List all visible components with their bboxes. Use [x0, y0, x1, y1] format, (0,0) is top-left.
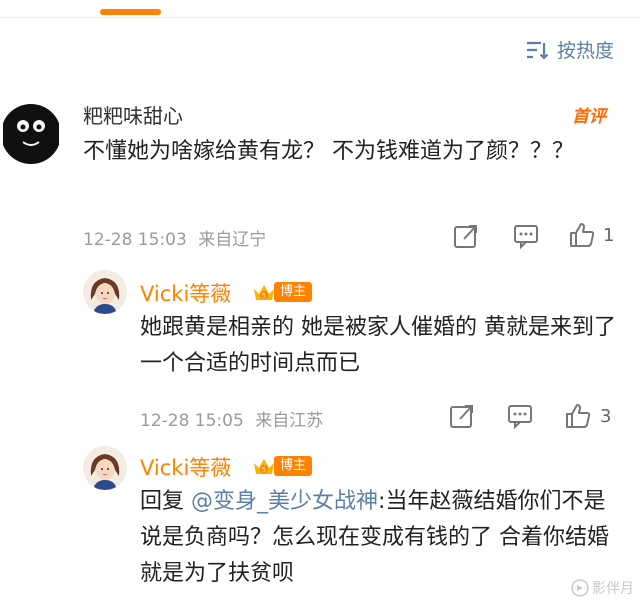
- top-divider: [0, 17, 640, 18]
- mention-link[interactable]: @变身_美少女战神: [191, 489, 378, 514]
- like-icon[interactable]: [568, 221, 596, 249]
- username[interactable]: 粑粑味甜心: [83, 100, 183, 129]
- svg-text:5: 5: [262, 292, 266, 300]
- comment-icon[interactable]: [512, 222, 540, 250]
- crown-icon: 5: [254, 459, 274, 474]
- comment-icon[interactable]: [506, 402, 534, 430]
- crown-icon: 5: [254, 285, 274, 300]
- watermark-logo-icon: [571, 579, 589, 597]
- username[interactable]: Vicki等薇: [140, 278, 231, 308]
- comment-text: 回复 @变身_美少女战神:当年赵薇结婚你们不是说是负商吗？怎么现在变成有钱的了 …: [140, 484, 620, 592]
- like-icon[interactable]: [564, 402, 592, 430]
- location: 来自江苏: [255, 411, 324, 431]
- repost-icon[interactable]: [452, 222, 480, 250]
- watermark-text: 影伴月: [592, 581, 634, 597]
- username[interactable]: Vicki等薇: [140, 452, 231, 482]
- blogger-badge: 5 博主: [252, 454, 313, 478]
- blogger-label: 博主: [274, 456, 313, 476]
- like-count: 3: [600, 406, 612, 427]
- sort-label: 按热度: [556, 40, 614, 62]
- watermark: 影伴月: [571, 578, 634, 598]
- reply-prefix: 回复: [140, 489, 185, 514]
- comment-meta: 12-28 15:03 来自辽宁: [83, 225, 266, 250]
- blogger-badge: 5 博主: [252, 280, 313, 304]
- blogger-label: 博主: [274, 282, 313, 302]
- svg-text:5: 5: [262, 466, 266, 474]
- comment-meta: 12-28 15:05 来自江苏: [140, 406, 323, 431]
- timestamp: 12-28 15:05: [140, 411, 244, 431]
- active-tab-indicator: [100, 9, 161, 15]
- sort-by-hot-toggle[interactable]: 按热度: [525, 36, 614, 63]
- like-count: 1: [603, 225, 615, 246]
- sort-icon: [526, 41, 549, 60]
- timestamp: 12-28 15:03: [83, 230, 187, 250]
- avatar[interactable]: [83, 270, 127, 314]
- avatar[interactable]: [83, 446, 127, 490]
- avatar[interactable]: [3, 96, 59, 172]
- location: 来自辽宁: [198, 230, 267, 250]
- first-comment-badge: 首评: [572, 107, 606, 127]
- comment-text: 不懂她为啥嫁给黄有龙？ 不为钱难道为了颜？？？: [83, 139, 574, 164]
- repost-icon[interactable]: [448, 402, 476, 430]
- comment-text: 她跟黄是相亲的 她是被家人催婚的 黄就是来到了一个合适的时间点而已: [140, 315, 616, 376]
